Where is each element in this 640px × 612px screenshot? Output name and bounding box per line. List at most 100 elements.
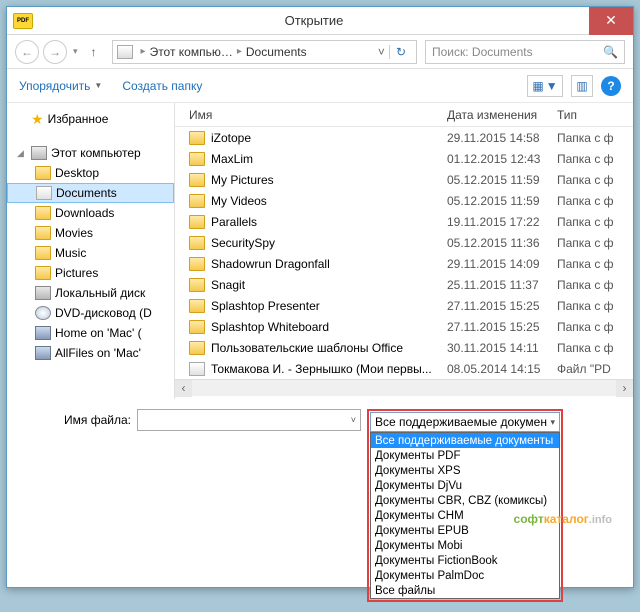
file-row[interactable]: Токмакова И. - Зернышко (Мои первы...08.… xyxy=(175,358,633,379)
content-area: ★ Избранное ◢ Этот компьютер DesktopDocu… xyxy=(7,103,633,399)
folder-icon xyxy=(189,341,205,355)
filter-option[interactable]: Документы CBR, CBZ (комиксы) xyxy=(371,493,559,508)
chevron-down-icon: ▼ xyxy=(546,79,558,93)
sidebar-item[interactable]: Music xyxy=(7,243,174,263)
filename-label: Имя файла: xyxy=(21,409,131,427)
chevron-down-icon: ▼ xyxy=(94,81,102,90)
file-row[interactable]: Пользовательские шаблоны Office30.11.201… xyxy=(175,337,633,358)
folder-icon xyxy=(189,299,205,313)
star-icon: ★ xyxy=(31,111,44,128)
up-button[interactable]: ↑ xyxy=(84,42,104,62)
sidebar-item[interactable]: Documents xyxy=(7,183,174,203)
help-button[interactable]: ? xyxy=(601,76,621,96)
scroll-left-icon[interactable]: ‹ xyxy=(175,380,192,397)
breadcrumb[interactable]: ▸ Этот компью… ▸ Documents ˅ ↻ xyxy=(112,40,417,64)
column-type[interactable]: Тип xyxy=(557,108,633,122)
folder-icon xyxy=(189,173,205,187)
new-folder-button[interactable]: Создать папку xyxy=(122,79,202,93)
filter-option[interactable]: Все файлы xyxy=(371,583,559,598)
navigation-bar: ← → ▾ ↑ ▸ Этот компью… ▸ Documents ˅ ↻ П… xyxy=(7,35,633,69)
sidebar-item[interactable]: Home on 'Mac' ( xyxy=(7,323,174,343)
search-placeholder: Поиск: Documents xyxy=(432,45,533,59)
chevron-right-icon: ▸ xyxy=(137,46,150,57)
computer-icon xyxy=(31,146,47,160)
collapse-icon[interactable]: ◢ xyxy=(17,148,27,159)
app-icon: PDF xyxy=(13,13,33,29)
column-headers: Имя Дата изменения Тип xyxy=(175,103,633,127)
sidebar-item[interactable]: Pictures xyxy=(7,263,174,283)
folder-icon xyxy=(189,257,205,271)
folder-icon xyxy=(36,186,52,200)
sidebar-item[interactable]: Downloads xyxy=(7,203,174,223)
sidebar-item[interactable]: AllFiles on 'Mac' xyxy=(7,343,174,363)
filename-input[interactable]: ˅ xyxy=(137,409,361,431)
file-row[interactable]: Snagit25.11.2015 11:37Папка с ф xyxy=(175,274,633,295)
folder-icon xyxy=(35,206,51,220)
toolbar: Упорядочить ▼ Создать папку ▦ ▼ ▥ ? xyxy=(7,69,633,103)
filter-option[interactable]: Все поддерживаемые документы xyxy=(371,433,559,448)
breadcrumb-dropdown[interactable]: ˅ xyxy=(374,45,389,59)
folder-icon xyxy=(189,362,205,376)
file-type-filter[interactable]: Все поддерживаемые докумен ▾ xyxy=(370,412,560,432)
search-input[interactable]: Поиск: Documents 🔍 xyxy=(425,40,625,64)
breadcrumb-root[interactable]: Этот компью… xyxy=(150,45,233,59)
filter-option[interactable]: Документы XPS xyxy=(371,463,559,478)
file-row[interactable]: Shadowrun Dragonfall29.11.2015 14:09Папк… xyxy=(175,253,633,274)
file-row[interactable]: Splashtop Presenter27.11.2015 15:25Папка… xyxy=(175,295,633,316)
preview-pane-button[interactable]: ▥ xyxy=(571,75,593,97)
folder-icon xyxy=(35,346,51,360)
folder-icon xyxy=(35,266,51,280)
organize-button[interactable]: Упорядочить ▼ xyxy=(19,79,102,93)
chevron-right-icon: ▸ xyxy=(233,46,246,57)
file-row[interactable]: My Videos05.12.2015 11:59Папка с ф xyxy=(175,190,633,211)
folder-icon xyxy=(189,278,205,292)
horizontal-scrollbar[interactable]: ‹ › xyxy=(175,379,633,396)
column-date[interactable]: Дата изменения xyxy=(447,108,557,122)
sidebar-item[interactable]: Локальный диск xyxy=(7,283,174,303)
filter-option[interactable]: Документы PDF xyxy=(371,448,559,463)
sidebar-item[interactable]: DVD-дисковод (D xyxy=(7,303,174,323)
sidebar-this-pc[interactable]: ◢ Этот компьютер xyxy=(7,143,174,163)
column-name[interactable]: Имя xyxy=(175,108,447,122)
folder-icon xyxy=(189,194,205,208)
breadcrumb-current[interactable]: Documents xyxy=(246,45,307,59)
window-title: Открытие xyxy=(39,13,589,28)
folder-icon xyxy=(35,306,51,320)
titlebar: PDF Открытие ✕ xyxy=(7,7,633,35)
sidebar-item[interactable]: Desktop xyxy=(7,163,174,183)
filter-option[interactable]: Документы CHM xyxy=(371,508,559,523)
file-open-dialog: PDF Открытие ✕ ← → ▾ ↑ ▸ Этот компью… ▸ … xyxy=(6,6,634,588)
scroll-right-icon[interactable]: › xyxy=(616,380,633,397)
sidebar-favorites[interactable]: ★ Избранное xyxy=(7,109,174,129)
close-button[interactable]: ✕ xyxy=(589,7,633,35)
filter-option[interactable]: Документы FictionBook xyxy=(371,553,559,568)
folder-icon xyxy=(189,320,205,334)
filter-option[interactable]: Документы Mobi xyxy=(371,538,559,553)
refresh-button[interactable]: ↻ xyxy=(389,45,412,59)
pc-icon xyxy=(117,45,133,59)
forward-button[interactable]: → xyxy=(43,40,67,64)
file-type-dropdown: Все поддерживаемые документыДокументы PD… xyxy=(370,432,560,599)
filter-option[interactable]: Документы EPUB xyxy=(371,523,559,538)
filter-option[interactable]: Документы PalmDoc xyxy=(371,568,559,583)
file-row[interactable]: Splashtop Whiteboard27.11.2015 15:25Папк… xyxy=(175,316,633,337)
folder-icon xyxy=(35,226,51,240)
folder-icon xyxy=(35,286,51,300)
sidebar: ★ Избранное ◢ Этот компьютер DesktopDocu… xyxy=(7,103,175,399)
folder-icon xyxy=(189,236,205,250)
folder-icon xyxy=(35,246,51,260)
folder-icon xyxy=(189,131,205,145)
file-row[interactable]: iZotope29.11.2015 14:58Папка с ф xyxy=(175,127,633,148)
back-button[interactable]: ← xyxy=(15,40,39,64)
view-mode-button[interactable]: ▦ ▼ xyxy=(527,75,563,97)
chevron-down-icon: ▾ xyxy=(550,417,555,428)
file-row[interactable]: MaxLim01.12.2015 12:43Папка с ф xyxy=(175,148,633,169)
file-row[interactable]: SecuritySpy05.12.2015 11:36Папка с ф xyxy=(175,232,633,253)
file-row[interactable]: Parallels19.11.2015 17:22Папка с ф xyxy=(175,211,633,232)
file-row[interactable]: My Pictures05.12.2015 11:59Папка с ф xyxy=(175,169,633,190)
folder-icon xyxy=(35,166,51,180)
sidebar-item[interactable]: Movies xyxy=(7,223,174,243)
filter-option[interactable]: Документы DjVu xyxy=(371,478,559,493)
history-dropdown[interactable]: ▾ xyxy=(71,46,80,57)
chevron-down-icon[interactable]: ˅ xyxy=(347,415,360,425)
